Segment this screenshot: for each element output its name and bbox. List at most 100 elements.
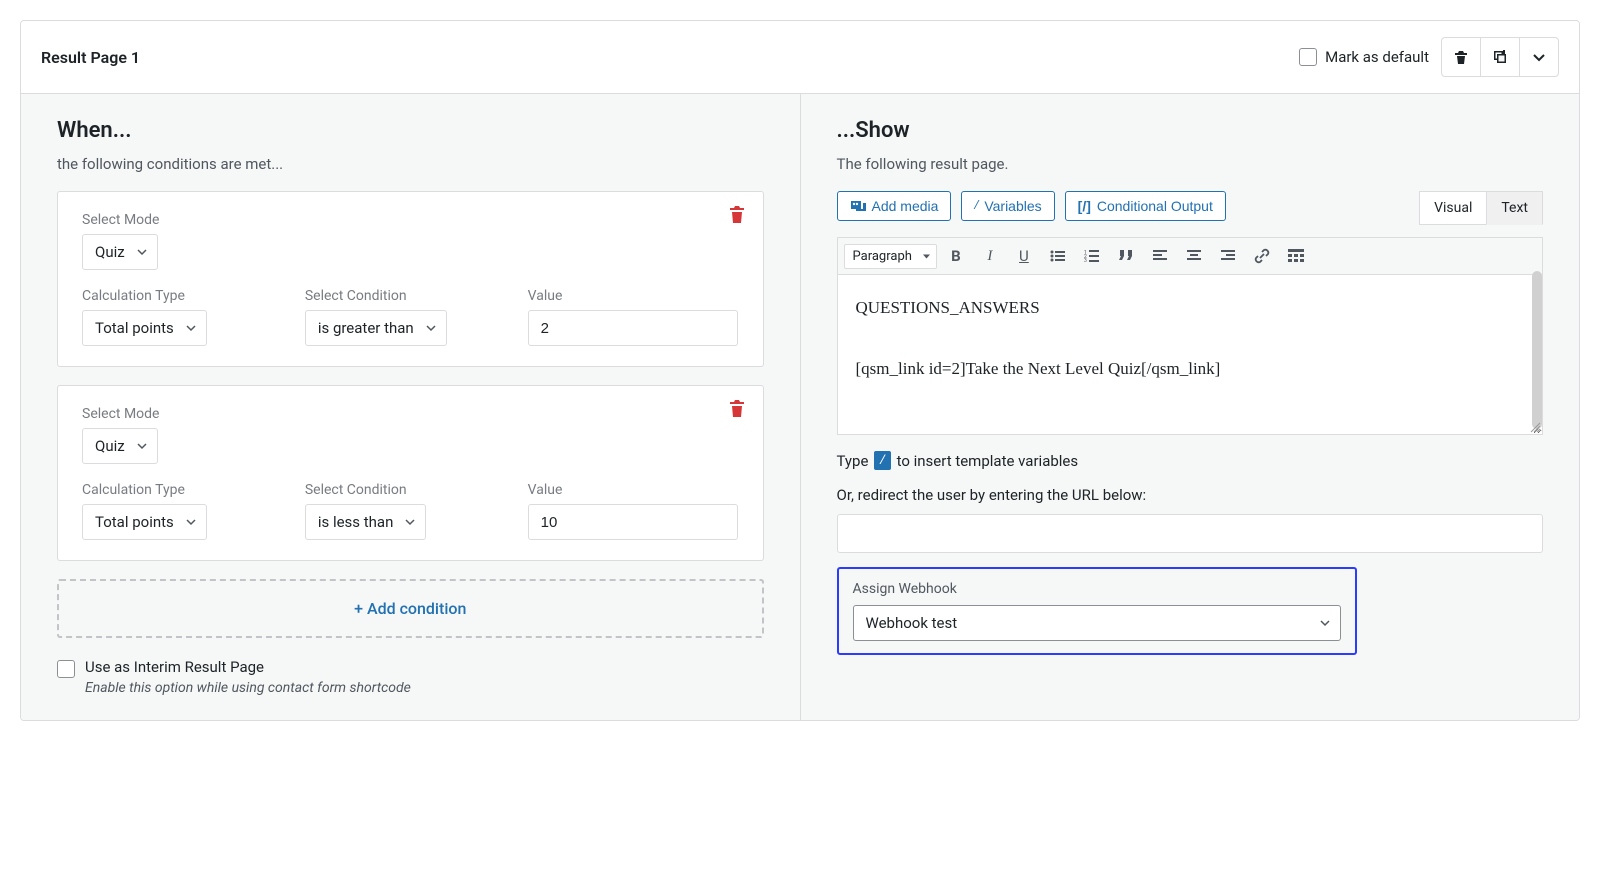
calc-label: Calculation Type [82, 482, 293, 498]
value-input[interactable] [528, 504, 739, 540]
when-column: When... the following conditions are met… [21, 94, 801, 720]
align-right-button[interactable] [1213, 242, 1243, 270]
editor-toolbar: Paragraph B I U 123 [837, 237, 1544, 275]
condition-field: Select Condition is less than [305, 482, 516, 540]
format-select[interactable]: Paragraph [844, 244, 937, 269]
value-field: Value [528, 482, 739, 540]
link-icon [1254, 248, 1270, 264]
svg-text:3: 3 [1084, 258, 1087, 263]
redirect-label: Or, redirect the user by entering the UR… [837, 486, 1544, 504]
header-actions: Mark as default [1299, 37, 1559, 77]
delete-condition-button[interactable] [729, 400, 745, 418]
conditional-label: Conditional Output [1097, 198, 1213, 214]
ol-icon: 123 [1084, 249, 1100, 263]
mark-default-label: Mark as default [1325, 48, 1429, 66]
variables-button[interactable]: / Variables [961, 191, 1054, 221]
editor-tabs: Visual Text [1419, 191, 1543, 225]
kitchen-sink-icon [1288, 249, 1304, 263]
interim-note: Enable this option while using contact f… [85, 680, 411, 696]
condition-label: Select Condition [305, 482, 516, 498]
mode-select[interactable]: Quiz [82, 428, 158, 464]
conditional-output-button[interactable]: [/] Conditional Output [1065, 191, 1226, 221]
trash-icon [729, 400, 745, 418]
panel-body: When... the following conditions are met… [21, 94, 1579, 720]
editor-header-buttons: Add media / Variables [/] Conditional Ou… [837, 191, 1544, 225]
align-center-icon [1187, 250, 1201, 262]
align-left-button[interactable] [1145, 242, 1175, 270]
calc-select[interactable]: Total points [82, 504, 207, 540]
condition-card: Select Mode Quiz Calculation Type Total … [57, 191, 764, 367]
result-page-panel: Result Page 1 Mark as default When. [20, 20, 1580, 721]
webhook-select[interactable]: Webhook test [853, 605, 1341, 641]
delete-condition-button[interactable] [729, 206, 745, 224]
variables-label: Variables [984, 198, 1041, 214]
quote-icon [1118, 250, 1134, 262]
value-field: Value [528, 288, 739, 346]
scrollbar[interactable] [1532, 271, 1542, 429]
calc-label: Calculation Type [82, 288, 293, 304]
tab-text[interactable]: Text [1486, 191, 1543, 225]
underline-button[interactable]: U [1009, 242, 1039, 270]
mark-default-checkbox[interactable]: Mark as default [1299, 48, 1429, 66]
media-icon [850, 199, 866, 213]
ul-icon [1050, 249, 1066, 263]
tab-visual[interactable]: Visual [1419, 191, 1487, 225]
variables-icon: / [974, 198, 978, 214]
assign-webhook-box: Assign Webhook Webhook test [837, 567, 1357, 655]
value-label: Value [528, 482, 739, 498]
copy-icon [1492, 49, 1508, 65]
add-media-button[interactable]: Add media [837, 191, 952, 221]
align-left-icon [1153, 250, 1167, 262]
show-column: ...Show The following result page. Add m… [801, 94, 1580, 720]
header-icon-group [1441, 37, 1559, 77]
webhook-label: Assign Webhook [853, 581, 1341, 597]
toolbar-toggle-button[interactable] [1281, 242, 1311, 270]
condition-card: Select Mode Quiz Calculation Type Total … [57, 385, 764, 561]
mode-select[interactable]: Quiz [82, 234, 158, 270]
align-right-icon [1221, 250, 1235, 262]
bullet-list-button[interactable] [1043, 242, 1073, 270]
type-hint: Type / to insert template variables [837, 451, 1544, 470]
condition-select[interactable]: is less than [305, 504, 427, 540]
interim-checkbox[interactable] [57, 660, 75, 678]
align-center-button[interactable] [1179, 242, 1209, 270]
italic-button[interactable]: I [975, 242, 1005, 270]
mode-label: Select Mode [82, 406, 262, 422]
calc-field: Calculation Type Total points [82, 288, 293, 346]
resize-handle-icon[interactable] [1529, 421, 1541, 433]
mode-field: Select Mode Quiz [82, 212, 262, 270]
checkbox-icon[interactable] [1299, 48, 1317, 66]
type-hint-post: to insert template variables [897, 452, 1079, 470]
editor-textarea[interactable]: QUESTIONS_ANSWERS [qsm_link id=2]Take th… [837, 275, 1544, 435]
editor-container: Paragraph B I U 123 [837, 237, 1544, 435]
collapse-button[interactable] [1519, 37, 1559, 77]
duplicate-button[interactable] [1480, 37, 1520, 77]
interim-option: Use as Interim Result Page Enable this o… [57, 658, 764, 696]
panel-header: Result Page 1 Mark as default [21, 21, 1579, 94]
condition-select[interactable]: is greater than [305, 310, 447, 346]
show-heading: ...Show [837, 118, 1544, 143]
quote-button[interactable] [1111, 242, 1141, 270]
value-input[interactable] [528, 310, 739, 346]
slash-badge: / [874, 451, 890, 470]
calc-select[interactable]: Total points [82, 310, 207, 346]
show-subtext: The following result page. [837, 155, 1544, 173]
type-hint-pre: Type [837, 452, 869, 470]
bold-button[interactable]: B [941, 242, 971, 270]
number-list-button[interactable]: 123 [1077, 242, 1107, 270]
value-label: Value [528, 288, 739, 304]
mode-label: Select Mode [82, 212, 262, 228]
add-media-label: Add media [872, 198, 939, 214]
when-heading: When... [57, 118, 764, 143]
add-condition-button[interactable]: + Add condition [57, 579, 764, 638]
delete-button[interactable] [1441, 37, 1481, 77]
condition-field: Select Condition is greater than [305, 288, 516, 346]
calc-field: Calculation Type Total points [82, 482, 293, 540]
trash-icon [1453, 49, 1469, 65]
interim-label: Use as Interim Result Page [85, 658, 411, 676]
brackets-icon: [/] [1078, 198, 1091, 214]
panel-title: Result Page 1 [41, 48, 140, 67]
condition-label: Select Condition [305, 288, 516, 304]
link-button[interactable] [1247, 242, 1277, 270]
redirect-url-input[interactable] [837, 514, 1544, 553]
